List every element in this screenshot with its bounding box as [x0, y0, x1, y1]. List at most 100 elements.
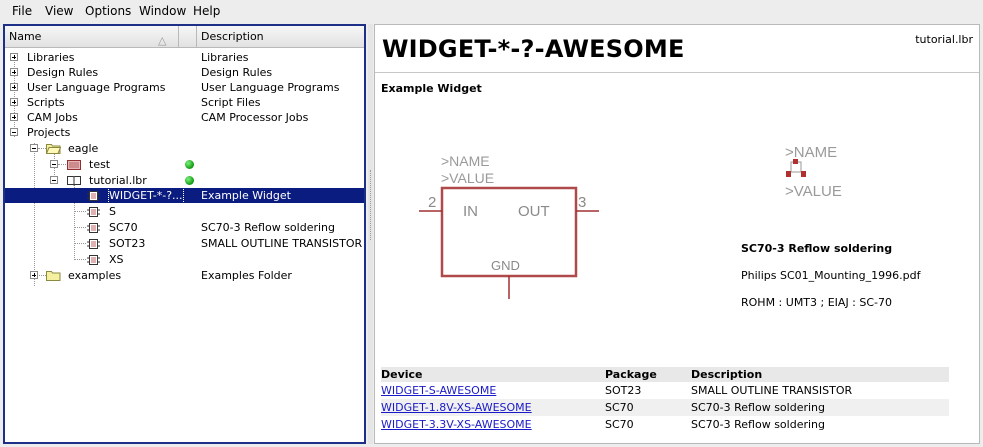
- column-name-label: Name: [9, 30, 42, 43]
- collapse-icon[interactable]: [10, 128, 18, 136]
- tree-item-description: Example Widget: [201, 189, 291, 202]
- package-note: ROHM : UMT3 ; EIAJ : SC-70: [741, 296, 893, 309]
- device-icon: [87, 223, 100, 233]
- device-link[interactable]: WIDGET-S-AWESOME: [381, 384, 496, 397]
- tree-item-description: Libraries: [201, 51, 249, 64]
- tree-item-label: User Language Programs: [27, 81, 166, 94]
- preview-panel: WIDGET-*-?-AWESOME tutorial.lbr Example …: [374, 24, 980, 444]
- package-title: SC70-3 Reflow soldering: [741, 242, 893, 255]
- symbol-name-label: >NAME: [441, 153, 490, 169]
- control-panel-tree[interactable]: Name △ Description Libraries Libraries D…: [3, 24, 366, 444]
- tree-item-xs[interactable]: XS: [5, 252, 364, 267]
- splitter-grip[interactable]: [370, 170, 372, 240]
- menu-file[interactable]: File: [12, 4, 32, 18]
- tree-item-projects[interactable]: Projects: [5, 125, 364, 140]
- schematic-board-icon: [67, 160, 81, 170]
- folder-icon: [46, 271, 61, 281]
- symbol-value-label: >VALUE: [441, 170, 494, 186]
- package-name-label: >NAME: [785, 144, 837, 161]
- table-row: WIDGET-3.3V-XS-AWESOME SC70 SC70-3 Reflo…: [381, 416, 949, 433]
- tree-header: Name △ Description: [5, 26, 364, 48]
- device-package: SC70: [605, 399, 691, 416]
- tree-item-label: WIDGET-*-?...: [108, 187, 184, 204]
- pad: [793, 159, 798, 164]
- tree-item-label: test: [89, 158, 111, 171]
- table-row: WIDGET-S-AWESOME SOT23 SMALL OUTLINE TRA…: [381, 382, 949, 399]
- package-reference: Philips SC01_Mounting_1996.pdf: [741, 269, 921, 282]
- expand-icon[interactable]: [10, 68, 18, 76]
- tree-item-sot23[interactable]: SOT23 SMALL OUTLINE TRANSISTOR: [5, 236, 364, 251]
- tree-item-label: Libraries: [27, 51, 75, 64]
- device-table-header: Device Package Description: [381, 367, 949, 382]
- tree-item-description: User Language Programs: [201, 81, 340, 94]
- collapse-icon[interactable]: [50, 176, 58, 184]
- tree-item-description: Design Rules: [201, 66, 273, 79]
- device-icon: [87, 207, 100, 217]
- tree-item-description: Examples Folder: [201, 269, 292, 282]
- tree-item-cam-jobs[interactable]: CAM Jobs CAM Processor Jobs: [5, 110, 364, 125]
- device-icon: [87, 239, 100, 249]
- sort-ascending-icon: △: [158, 34, 167, 47]
- open-folder-icon: [46, 144, 61, 154]
- expand-icon[interactable]: [30, 271, 38, 279]
- tree-item-label: Projects: [27, 126, 71, 139]
- tree-item-examples[interactable]: examples Examples Folder: [5, 268, 364, 283]
- header-description: Description: [691, 367, 949, 382]
- tree-item-description: SC70-3 Reflow soldering: [201, 221, 335, 234]
- tree-item-s[interactable]: S: [5, 204, 364, 219]
- menu-view[interactable]: View: [45, 4, 73, 18]
- menu-window[interactable]: Window: [139, 4, 186, 18]
- collapse-icon[interactable]: [50, 160, 58, 168]
- tree-item-ulp[interactable]: User Language Programs User Language Pro…: [5, 80, 364, 95]
- tree-item-label: XS: [109, 253, 124, 266]
- tree-item-design-rules[interactable]: Design Rules Design Rules: [5, 65, 364, 80]
- expand-icon[interactable]: [10, 113, 18, 121]
- device-description: SMALL OUTLINE TRANSISTOR: [691, 384, 853, 397]
- tree-item-libraries[interactable]: Libraries Libraries: [5, 50, 364, 65]
- pin-number-right: 3: [578, 194, 586, 211]
- library-book-icon: [67, 176, 81, 186]
- device-package: SOT23: [605, 384, 642, 397]
- column-description-label: Description: [201, 30, 264, 43]
- device-link[interactable]: WIDGET-1.8V-XS-AWESOME: [381, 401, 532, 414]
- pin-number-left: 2: [428, 194, 436, 211]
- column-header-name[interactable]: Name △: [5, 26, 179, 47]
- tree-item-scripts[interactable]: Scripts Script Files: [5, 95, 364, 110]
- tree-item-sc70[interactable]: SC70 SC70-3 Reflow soldering: [5, 220, 364, 235]
- menu-bar: File View Options Window Help: [0, 0, 983, 22]
- menu-help[interactable]: Help: [193, 4, 220, 18]
- tree-item-widget-selected[interactable]: WIDGET-*-?... Example Widget: [5, 187, 364, 204]
- tree-item-tutorial-lbr[interactable]: tutorial.lbr: [5, 173, 364, 188]
- tree-item-eagle[interactable]: eagle: [5, 141, 364, 156]
- device-table: Device Package Description WIDGET-S-AWES…: [381, 367, 949, 433]
- header-device: Device: [381, 367, 605, 382]
- collapse-icon[interactable]: [30, 144, 38, 152]
- tree-item-label: tutorial.lbr: [89, 174, 147, 187]
- tree-item-label: SC70: [109, 221, 138, 234]
- pad: [786, 171, 791, 177]
- device-description: SC70-3 Reflow soldering: [691, 399, 949, 416]
- status-ok-icon: [185, 160, 194, 169]
- device-link[interactable]: WIDGET-3.3V-XS-AWESOME: [381, 418, 532, 431]
- schematic-symbol: >NAME >VALUE 2 3 IN OUT GND: [419, 153, 599, 299]
- preview-subtitle: Example Widget: [381, 82, 482, 95]
- tree-item-label: CAM Jobs: [27, 111, 78, 124]
- symbol-pins: [419, 210, 599, 299]
- tree-item-test[interactable]: test: [5, 157, 364, 172]
- package-value-label: >VALUE: [785, 183, 842, 200]
- pin-in-label: IN: [463, 203, 478, 220]
- device-package: SC70: [605, 418, 634, 431]
- tree-item-label: S: [109, 205, 116, 218]
- column-header-description[interactable]: Description: [197, 26, 364, 47]
- device-description: SC70-3 Reflow soldering: [691, 418, 825, 431]
- tree-item-label: Scripts: [27, 96, 65, 109]
- column-header-status[interactable]: [179, 26, 197, 47]
- package-footprint: >NAME >VALUE: [785, 144, 842, 200]
- status-ok-icon: [185, 176, 194, 185]
- expand-icon[interactable]: [10, 83, 18, 91]
- expand-icon[interactable]: [10, 98, 18, 106]
- tree-item-label: SOT23: [109, 237, 146, 250]
- tree-item-label: Design Rules: [27, 66, 99, 79]
- expand-icon[interactable]: [10, 53, 18, 61]
- menu-options[interactable]: Options: [85, 4, 131, 18]
